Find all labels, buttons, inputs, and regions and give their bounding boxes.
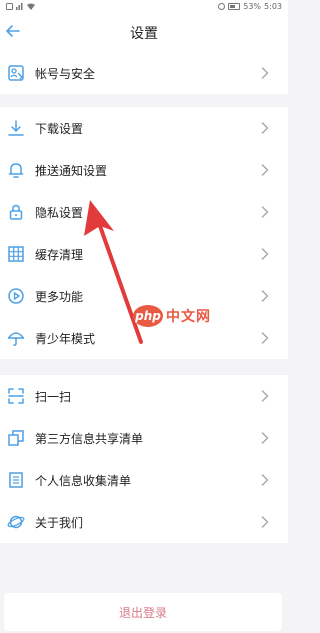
sim-icon: [16, 2, 23, 10]
document-list-icon: [6, 470, 26, 490]
chevron-right-icon: [256, 119, 274, 137]
menu-label: 第三方信息共享清单: [35, 431, 144, 446]
chevron-right-icon: [256, 203, 274, 221]
menu-label: 缓存清理: [35, 247, 84, 262]
header: 设置: [0, 12, 288, 52]
battery-percent: 53%: [243, 1, 262, 11]
menu-item-download-settings[interactable]: 下载设置: [0, 107, 288, 149]
grid-icon: [6, 244, 26, 264]
watermark-text: 中文网: [166, 309, 211, 325]
menu-label: 青少年模式: [35, 331, 96, 346]
umbrella-icon: [6, 328, 26, 348]
menu-item-privacy-settings[interactable]: 隐私设置: [0, 191, 288, 233]
menu-label: 个人信息收集清单: [35, 473, 132, 488]
download-icon: [6, 118, 26, 138]
account-security-icon: [6, 63, 26, 83]
menu-label: 更多功能: [35, 289, 84, 304]
chevron-right-icon: [256, 471, 274, 489]
watermark-logo: php: [133, 305, 163, 327]
status-right: 53% 5:03: [218, 2, 282, 11]
planet-icon: [6, 512, 26, 532]
menu-item-third-party-info[interactable]: 第三方信息共享清单: [0, 417, 288, 459]
menu-label: 推送通知设置: [35, 163, 108, 178]
status-left: [6, 2, 35, 10]
menu-item-account-security[interactable]: 帐号与安全: [0, 52, 288, 94]
copy-icon: [6, 428, 26, 448]
menu-label: 帐号与安全: [35, 66, 96, 81]
menu-item-cache-cleanup[interactable]: 缓存清理: [0, 233, 288, 275]
chevron-right-icon: [256, 161, 274, 179]
menu-label: 隐私设置: [35, 205, 84, 220]
menu-item-about-us[interactable]: 关于我们: [0, 501, 288, 543]
menu-item-push-settings[interactable]: 推送通知设置: [0, 149, 288, 191]
chevron-right-icon: [256, 513, 274, 531]
chevron-right-icon: [256, 64, 274, 82]
menu-item-scan[interactable]: 扫一扫: [0, 375, 288, 417]
battery-icon: [228, 2, 241, 10]
menu-label: 下载设置: [35, 121, 84, 136]
chevron-right-icon: [256, 329, 274, 347]
menu-item-personal-info[interactable]: 个人信息收集清单: [0, 459, 288, 501]
logout-button[interactable]: 退出登录: [4, 593, 282, 631]
scan-icon: [6, 386, 26, 406]
chevron-right-icon: [256, 287, 274, 305]
lock-icon: [6, 202, 26, 222]
alarm-icon: [218, 2, 226, 10]
clock: 5:03: [264, 1, 282, 11]
status-bar: 53% 5:03: [0, 0, 288, 12]
page-title: 设置: [130, 26, 158, 42]
menu-label: 关于我们: [35, 515, 84, 530]
wifi-icon: [27, 3, 35, 10]
chevron-right-icon: [256, 387, 274, 405]
watermark: php 中文网: [133, 305, 211, 327]
chevron-right-icon: [256, 429, 274, 447]
bell-icon: [6, 160, 26, 180]
menu-label: 扫一扫: [35, 389, 72, 404]
chevron-right-icon: [256, 245, 274, 263]
notification-icon: [6, 2, 13, 10]
play-circle-icon: [6, 286, 26, 306]
